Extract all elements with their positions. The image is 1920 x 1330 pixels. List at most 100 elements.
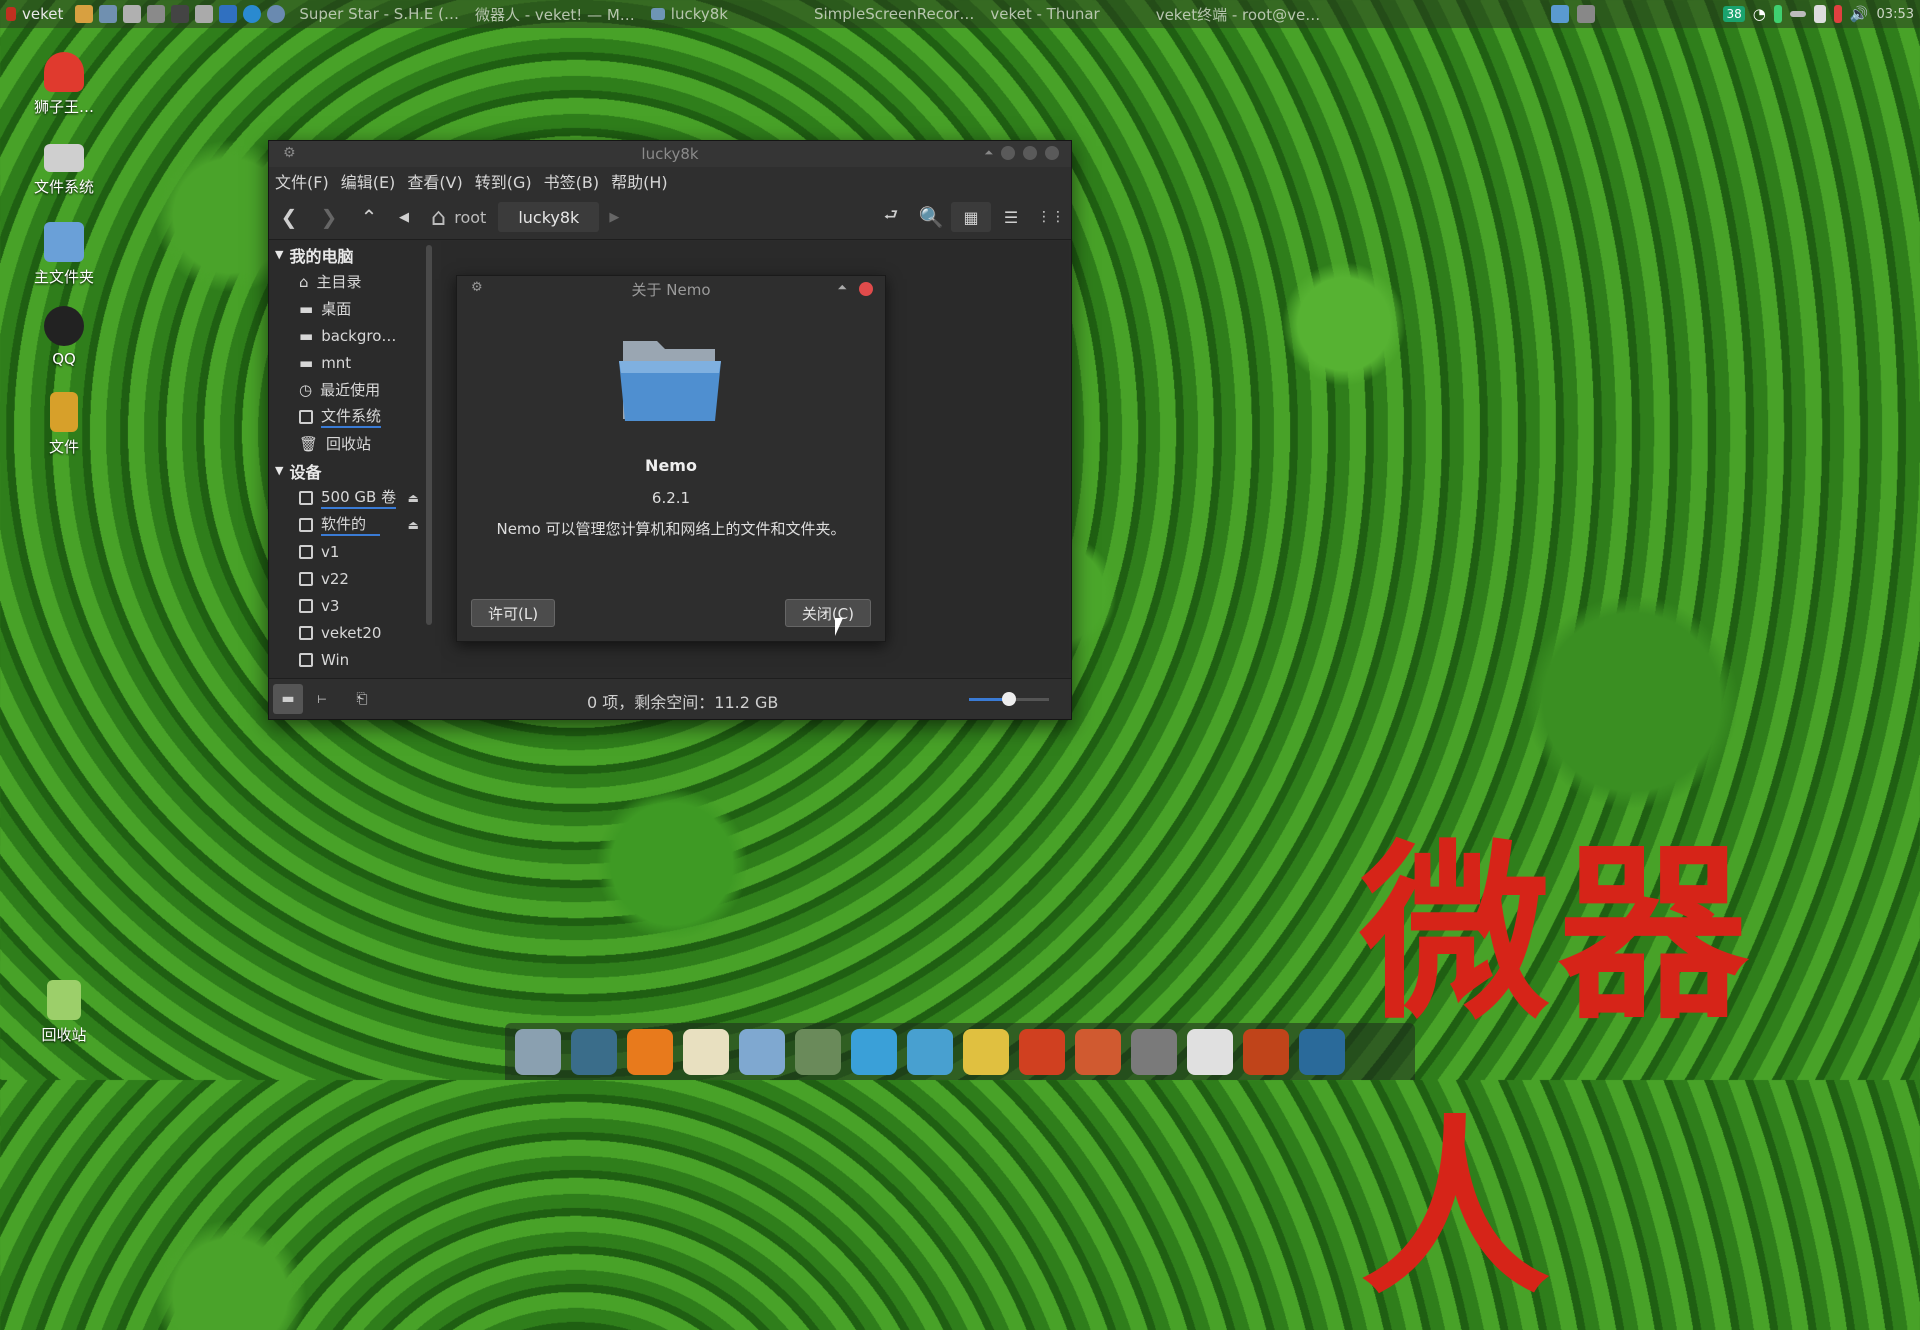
- dock-notes-icon[interactable]: [963, 1028, 1009, 1075]
- sidebar-item-device-veket20[interactable]: veket20: [269, 619, 439, 646]
- play-launch-icon[interactable]: [147, 5, 166, 23]
- maximize-button[interactable]: [1023, 146, 1037, 160]
- monitor-launch-icon[interactable]: [99, 5, 118, 23]
- toggle-location-button[interactable]: ⮐: [871, 195, 911, 239]
- settings-launch-icon[interactable]: [123, 5, 142, 23]
- menu-edit[interactable]: 编辑(E): [341, 169, 396, 193]
- sidebar-item-device-v1[interactable]: v1: [269, 538, 439, 565]
- sidebar-item-mnt[interactable]: ▬ mnt: [269, 349, 439, 376]
- sidebar-scrollbar[interactable]: [426, 245, 432, 625]
- keyboard-icon[interactable]: [1789, 11, 1806, 17]
- license-button[interactable]: 许可(L): [471, 599, 556, 627]
- icon-view-button[interactable]: ▦: [951, 202, 991, 232]
- dock-browser-globe-icon[interactable]: [1299, 1028, 1345, 1075]
- sidebar-item-home[interactable]: ⌂ 主目录: [269, 268, 439, 295]
- dialog-close-button[interactable]: [859, 282, 873, 296]
- taskbar-item-music[interactable]: Super Star - S.H.E (…: [291, 0, 467, 28]
- desktop-icon-brave[interactable]: 狮子王…: [19, 52, 109, 117]
- battery-icon[interactable]: [1773, 5, 1782, 23]
- compact-view-button[interactable]: ⋮⋮: [1031, 195, 1071, 239]
- gear-icon[interactable]: ⚙: [283, 145, 296, 161]
- zoom-slider-handle[interactable]: [1002, 692, 1016, 706]
- sidebar-item-device-v3[interactable]: v3: [269, 592, 439, 619]
- sidebar-item-filesystem[interactable]: 文件系统: [269, 403, 439, 430]
- dock-drive-icon[interactable]: [1131, 1028, 1177, 1075]
- app-menu-button[interactable]: veket: [0, 0, 69, 28]
- dock-network-icon[interactable]: [795, 1028, 841, 1075]
- sidebar-item-device-software[interactable]: 软件的 ⏏: [269, 511, 439, 538]
- dock-presentation-icon[interactable]: [1019, 1028, 1065, 1075]
- dialog-titlebar[interactable]: ⚙ 关于 Nemo ⏶: [457, 276, 885, 302]
- dock-firefox-icon[interactable]: [627, 1028, 673, 1075]
- menu-view[interactable]: 查看(V): [407, 169, 462, 193]
- shade-icon[interactable]: ⏶: [984, 146, 993, 160]
- places-sidebar-button[interactable]: ▬: [273, 684, 303, 714]
- zoom-slider[interactable]: [969, 692, 1049, 706]
- desktop-icon-trash[interactable]: 回收站: [19, 980, 109, 1045]
- sidebar-item-device-win[interactable]: Win: [269, 646, 439, 673]
- sidebar-item-desktop[interactable]: ▬ 桌面: [269, 295, 439, 322]
- taskbar-item-files[interactable]: lucky8k: [643, 0, 736, 28]
- taskbar-item-browser[interactable]: 微器人 - veket! — M…: [467, 0, 643, 28]
- sidebar-item-device-500gb[interactable]: 500 GB 卷 ⏏: [269, 484, 439, 511]
- browser-launch-icon[interactable]: [267, 5, 286, 23]
- eject-icon[interactable]: ⏏: [408, 491, 419, 505]
- dialog-close-action-button[interactable]: 关闭(C): [784, 599, 871, 627]
- eject-icon[interactable]: ⏏: [408, 518, 419, 532]
- dock-atom-app-icon[interactable]: [851, 1028, 897, 1075]
- gear-icon[interactable]: ⚙: [471, 280, 483, 295]
- folder-launch-icon[interactable]: [75, 5, 94, 23]
- tree-sidebar-button[interactable]: ⊢: [307, 684, 337, 714]
- dock-image-viewer-icon[interactable]: [739, 1028, 785, 1075]
- desktop-icon-home[interactable]: 主文件夹: [19, 222, 109, 287]
- check-launch-icon[interactable]: [243, 5, 262, 23]
- forward-button[interactable]: ❯: [309, 195, 349, 239]
- sidebar-item-background[interactable]: ▬ backgro…: [269, 322, 439, 349]
- clipboard-icon[interactable]: [1813, 5, 1826, 23]
- dock-terminal-monitor-icon[interactable]: [571, 1028, 617, 1075]
- dock-firefox-alt-icon[interactable]: [1243, 1028, 1289, 1075]
- window-titlebar[interactable]: ⚙ lucky8k ⏶: [269, 141, 1071, 167]
- media-launch-icon[interactable]: [219, 5, 238, 23]
- shade-icon[interactable]: ⏶: [837, 280, 847, 295]
- clock[interactable]: 03:53: [1877, 7, 1914, 22]
- sidebar-item-device-v22[interactable]: v22: [269, 565, 439, 592]
- dock-file-manager-icon[interactable]: [515, 1028, 561, 1075]
- dock-settings-sun-icon[interactable]: [1187, 1028, 1233, 1075]
- sidebar-section-computer[interactable]: ▼ 我的电脑: [269, 241, 439, 268]
- taskbar-item-recorder[interactable]: SimpleScreenRecor…: [806, 0, 982, 28]
- menu-go[interactable]: 转到(G): [475, 169, 532, 193]
- taskbar-item-thunar[interactable]: veket - Thunar: [982, 0, 1107, 28]
- sidebar-section-devices[interactable]: ▼ 设备: [269, 457, 439, 484]
- breadcrumb-left-button[interactable]: ◀: [389, 195, 419, 239]
- menu-file[interactable]: 文件(F): [275, 169, 329, 193]
- desktop-icon-filesystem[interactable]: 文件系统: [19, 138, 109, 197]
- desktop-icon-files[interactable]: 文件: [19, 392, 109, 457]
- breadcrumb-right-button[interactable]: ▶: [599, 195, 629, 239]
- wifi-icon[interactable]: ◔: [1753, 5, 1766, 23]
- microphone-icon[interactable]: [1833, 5, 1842, 23]
- taskbar-item-terminal[interactable]: veket终端 - root@ve…: [1148, 0, 1329, 28]
- window-icon[interactable]: [1577, 5, 1596, 23]
- dock-rocket-launcher-icon[interactable]: [1075, 1028, 1121, 1075]
- up-button[interactable]: ⌃: [349, 195, 389, 239]
- dock-media-player-icon[interactable]: [907, 1028, 953, 1075]
- close-button[interactable]: [1045, 146, 1059, 160]
- breadcrumb-current[interactable]: lucky8k: [498, 202, 600, 232]
- search-button[interactable]: 🔍: [911, 195, 951, 239]
- breadcrumb-root[interactable]: ⌂ root: [419, 202, 498, 232]
- back-button[interactable]: ❮: [269, 195, 309, 239]
- dock-text-editor-icon[interactable]: [683, 1028, 729, 1075]
- screenshot-icon[interactable]: [1551, 5, 1570, 23]
- desktop-icon-qq[interactable]: QQ: [19, 306, 109, 368]
- terminal-launch-icon[interactable]: [171, 5, 190, 23]
- list-view-button[interactable]: ☰: [991, 195, 1031, 239]
- sidebar-item-trash[interactable]: 🗑 回收站: [269, 430, 439, 457]
- hide-sidebar-button[interactable]: ⎗: [347, 684, 377, 714]
- menu-bookmarks[interactable]: 书签(B): [544, 169, 599, 193]
- volume-icon[interactable]: 🔊: [1850, 5, 1869, 23]
- sidebar-item-recent[interactable]: ◷ 最近使用: [269, 376, 439, 403]
- menu-help[interactable]: 帮助(H): [611, 169, 668, 193]
- minimize-button[interactable]: [1001, 146, 1015, 160]
- screen-launch-icon[interactable]: [195, 5, 214, 23]
